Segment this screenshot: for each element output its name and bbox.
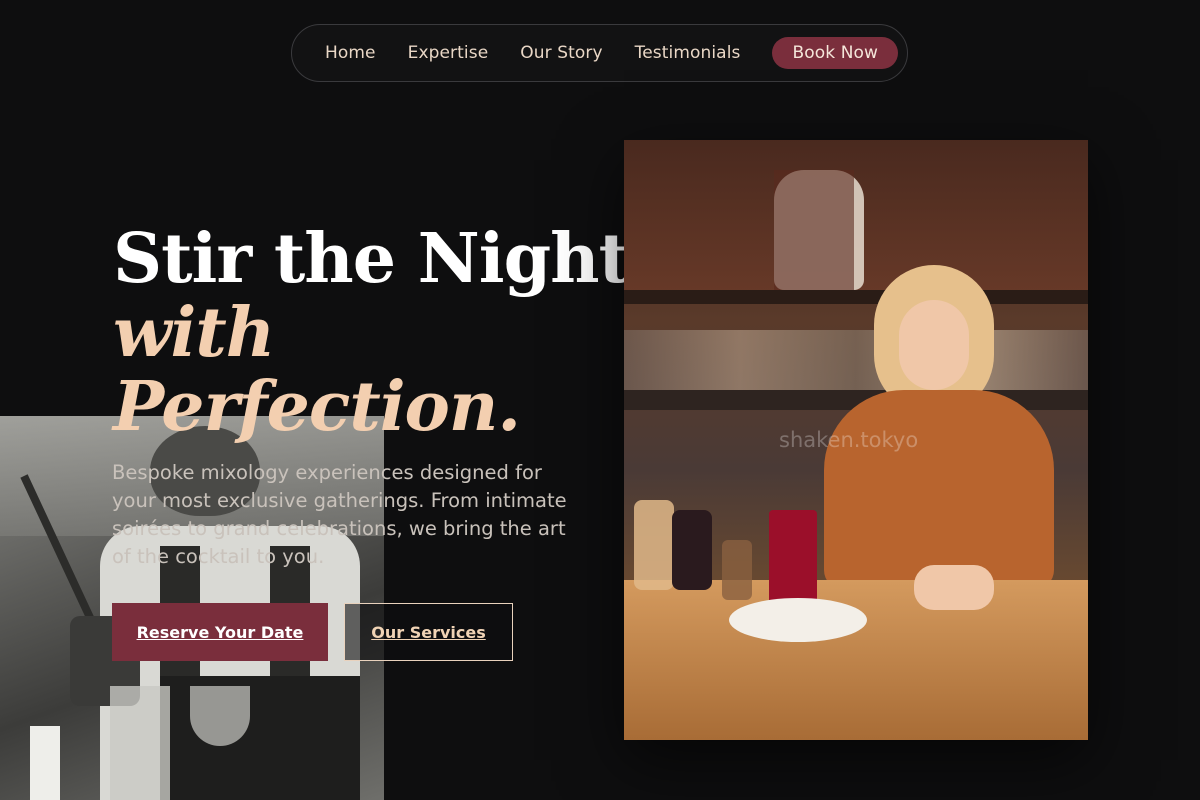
reserve-date-button[interactable]: Reserve Your Date xyxy=(112,603,328,661)
nav-our-story-link[interactable]: Our Story xyxy=(520,43,602,63)
nav-expertise-link[interactable]: Expertise xyxy=(408,43,489,63)
hero-description: Bespoke mixology experiences designed fo… xyxy=(112,461,567,568)
book-now-button[interactable]: Book Now xyxy=(772,37,899,69)
our-services-button[interactable]: Our Services xyxy=(344,603,513,661)
hero-title-line2: with xyxy=(113,293,275,373)
page: Home Expertise Our Story Testimonials Bo… xyxy=(0,0,1200,800)
top-navigation: Home Expertise Our Story Testimonials Bo… xyxy=(291,24,908,82)
hero-title-line3: Perfection. xyxy=(113,367,521,447)
hero-title: Stir the Night with Perfection. xyxy=(113,219,630,447)
bartender-serving-photo: shaken.tokyo xyxy=(624,140,1088,740)
nav-testimonials-link[interactable]: Testimonials xyxy=(635,43,741,63)
photo-watermark: shaken.tokyo xyxy=(779,428,919,452)
nav-home-link[interactable]: Home xyxy=(325,43,376,63)
hero-title-line1: Stir the Night xyxy=(113,219,630,299)
